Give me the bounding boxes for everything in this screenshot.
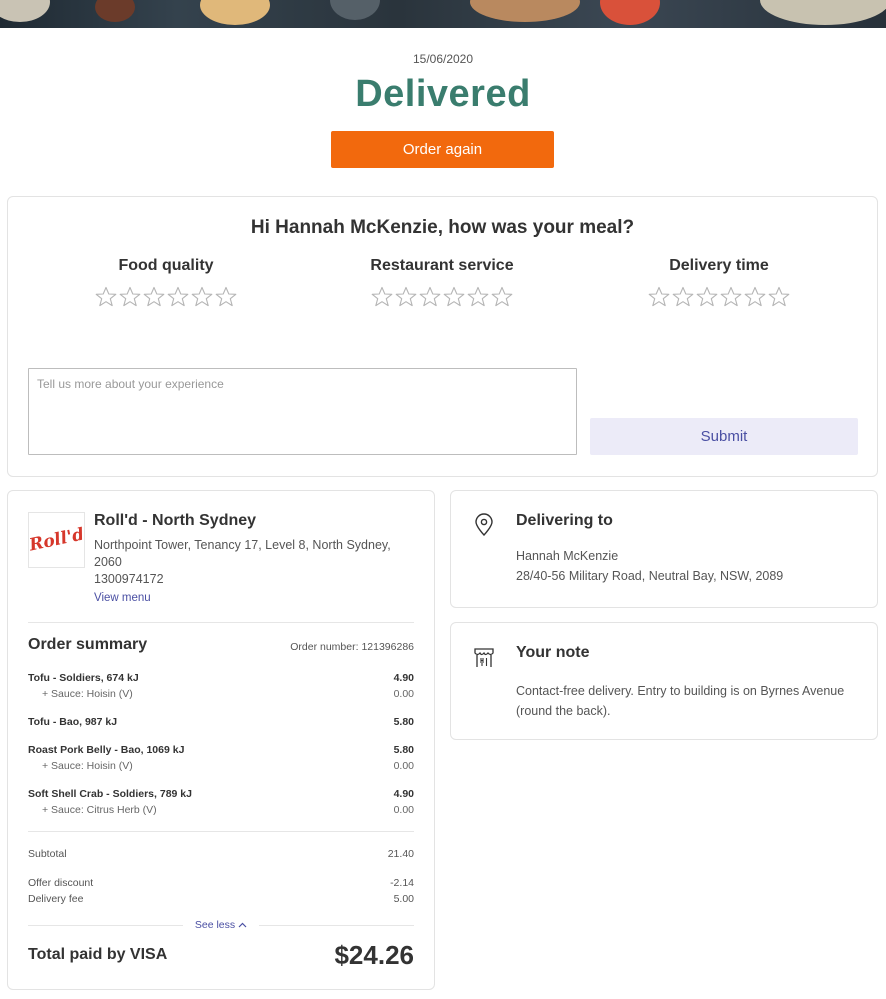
delivering-to-title: Delivering to [516,512,613,529]
item-name: Soft Shell Crab - Soldiers, 789 kJ [28,788,192,800]
star-outline-icon[interactable] [767,285,791,309]
star-outline-icon[interactable] [370,285,394,309]
your-note-card: Your note Contact-free delivery. Entry t… [450,622,878,740]
item-price: 4.90 [393,672,414,684]
delivery-fee-value: 5.00 [393,893,414,905]
delivery-address: 28/40-56 Military Road, Neutral Bay, NSW… [516,569,784,583]
total-paid-label: Total paid by VISA [28,946,168,963]
total-paid-value: $24.26 [334,940,414,970]
note-text: Contact-free delivery. Entry to building… [516,684,845,718]
hero-food-banner [0,0,886,28]
discount-value: -2.14 [390,877,414,889]
restaurant-logo-text: Roll'd [27,524,86,556]
item-price: 5.80 [393,744,414,756]
item-option-price: 0.00 [393,804,414,816]
star-outline-icon[interactable] [695,285,719,309]
star-outline-icon[interactable] [214,285,238,309]
rating-card: Hi Hannah McKenzie, how was your meal? F… [7,196,878,477]
star-outline-icon[interactable] [166,285,190,309]
chevron-up-icon [238,922,247,928]
restaurant-address: Northpoint Tower, Tenancy 17, Level 8, N… [94,538,391,569]
item-option-price: 0.00 [393,760,414,772]
divider [259,924,414,926]
star-outline-icon[interactable] [118,285,142,309]
subtotal-row: Subtotal 21.40 [28,846,414,862]
rating-category-label: Delivery time [669,257,769,274]
item-name: Roast Pork Belly - Bao, 1069 kJ [28,744,185,756]
order-date: 15/06/2020 [412,52,474,66]
divider [28,622,414,623]
see-less-label: See less [194,919,236,931]
star-rating-food-quality [66,285,266,309]
star-outline-icon[interactable] [490,285,514,309]
star-outline-icon[interactable] [647,285,671,309]
item-option-name: + Sauce: Hoisin (V) [42,688,133,700]
star-outline-icon[interactable] [719,285,743,309]
order-again-button[interactable]: Order again [331,131,554,168]
star-outline-icon[interactable] [466,285,490,309]
restaurant-awning-icon [474,648,494,667]
rating-category-label: Food quality [118,257,214,274]
star-rating-restaurant-service [342,285,542,309]
list-item: Soft Shell Crab - Soldiers, 789 kJ 4.90 +… [28,786,414,818]
delivering-to-card: Delivering to Hannah McKenzie 28/40-56 M… [450,490,878,608]
rating-food-quality: Food quality [66,257,266,309]
item-price: 4.90 [393,788,414,800]
order-status-title: Delivered [355,73,531,115]
star-outline-icon[interactable] [743,285,767,309]
star-outline-icon[interactable] [190,285,214,309]
item-name: Tofu - Bao, 987 kJ [28,716,118,728]
order-number: Order number: 121396286 [290,641,414,653]
submit-rating-button[interactable]: Submit [590,418,858,455]
star-outline-icon[interactable] [394,285,418,309]
list-item: Roast Pork Belly - Bao, 1069 kJ 5.80 + Sa… [28,742,414,774]
star-outline-icon[interactable] [442,285,466,309]
star-outline-icon[interactable] [94,285,118,309]
divider [28,924,183,926]
restaurant-phone: 1300974172 [94,572,164,586]
list-item: Tofu - Soldiers, 674 kJ 4.90 + Sauce: Hoi… [28,670,414,702]
subtotal-label: Subtotal [28,848,67,860]
list-item: Tofu - Bao, 987 kJ 5.80 [28,714,414,730]
rating-title: Hi Hannah McKenzie, how was your meal? [250,217,635,238]
restaurant-logo: Roll'd [27,512,86,568]
your-note-title: Your note [516,644,590,661]
rating-category-label: Restaurant service [370,257,514,274]
restaurant-name: Roll'd - North Sydney [94,512,257,529]
item-option-name: + Sauce: Hoisin (V) [42,760,133,772]
star-rating-delivery-time [619,285,819,309]
see-less-toggle[interactable]: See less [183,919,259,931]
map-pin-icon [475,513,493,537]
item-name: Tofu - Soldiers, 674 kJ [28,672,139,684]
view-menu-link[interactable]: View menu [94,592,151,604]
order-items-list: Tofu - Soldiers, 674 kJ 4.90 + Sauce: Hoi… [28,670,414,830]
rating-delivery-time: Delivery time [619,257,819,309]
subtotal-value: 21.40 [387,848,414,860]
star-outline-icon[interactable] [671,285,695,309]
fees-rows: Offer discount -2.14 Delivery fee 5.00 [28,875,414,907]
delivery-fee-label: Delivery fee [28,893,84,905]
item-option-price: 0.00 [393,688,414,700]
order-details-card: Roll'd Roll'd - North Sydney Northpoint … [7,490,435,990]
order-summary-title: Order summary [28,636,148,653]
recipient-name: Hannah McKenzie [516,549,619,563]
item-price: 5.80 [393,716,414,728]
star-outline-icon[interactable] [142,285,166,309]
rating-restaurant-service: Restaurant service [342,257,542,309]
discount-label: Offer discount [28,877,94,889]
feedback-textarea[interactable] [28,368,577,455]
star-outline-icon[interactable] [418,285,442,309]
item-option-name: + Sauce: Citrus Herb (V) [42,804,157,816]
divider [28,831,414,832]
see-less-row: See less [28,919,414,931]
